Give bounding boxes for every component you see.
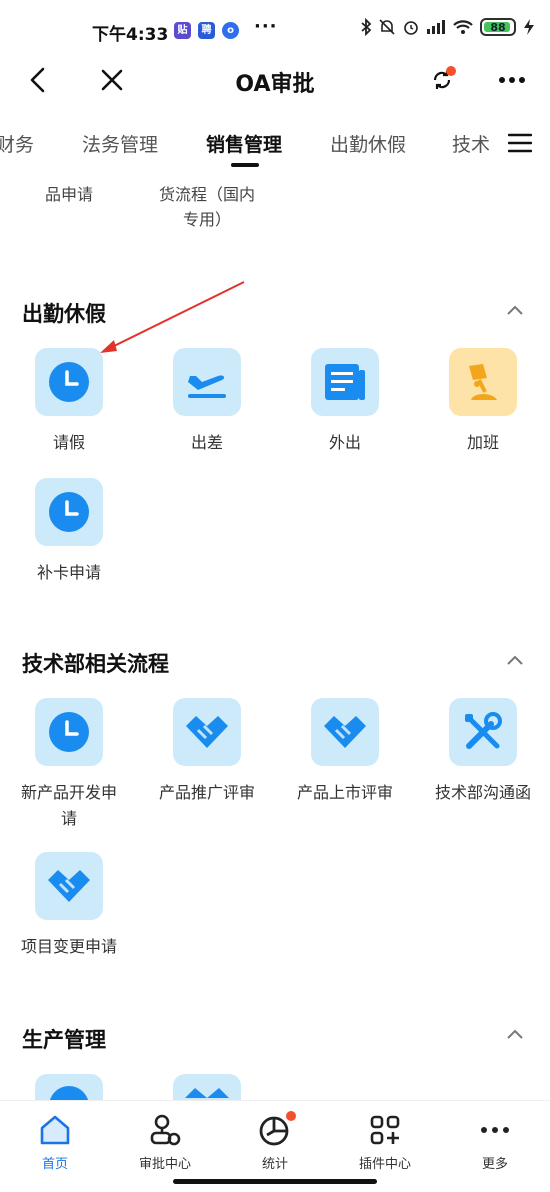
nav-plugin-center[interactable]: 插件中心 (330, 1111, 440, 1172)
item-label: 外出 (328, 433, 361, 452)
nav-statistics[interactable]: 统计 (220, 1111, 330, 1172)
grid-item-leave[interactable]: 请假 (0, 348, 138, 456)
grid-item-tech-communication[interactable]: 技术部沟通函 (414, 698, 550, 806)
grid-item-clock-in-correction[interactable]: 补卡申请 (0, 478, 138, 586)
nav-more[interactable]: 更多 (440, 1111, 550, 1172)
grid-item-product-launch-review[interactable]: 产品上市评审 (276, 698, 414, 806)
section-title-attendance: 出勤休假 (22, 302, 106, 326)
section-title-production: 生产管理 (22, 1028, 106, 1052)
grid-item-new-product-dev[interactable]: 新产品开发申 请 (0, 698, 138, 832)
item-label: 补卡申请 (36, 563, 101, 582)
item-label: 技术部沟通函 (434, 783, 531, 802)
item-label: 加班 (466, 433, 499, 452)
home-icon (40, 1115, 70, 1145)
chevron-up-icon[interactable] (504, 1024, 526, 1046)
item-label: 产品推广评审 (158, 783, 255, 802)
grid-item-project-change[interactable]: 项目变更申请 (0, 852, 138, 960)
item-label: 请假 (52, 433, 85, 452)
plugin-icon (370, 1115, 400, 1145)
handshake-icon (186, 716, 228, 748)
clock-icon (49, 362, 89, 402)
handshake-icon (48, 870, 90, 902)
clock-icon (49, 492, 89, 532)
clock-icon (49, 712, 89, 752)
item-label: 出差 (190, 433, 223, 452)
grid-item-go-out[interactable]: 外出 (276, 348, 414, 456)
home-indicator (173, 1179, 377, 1184)
grid-item-overtime[interactable]: 加班 (414, 348, 550, 456)
handshake-icon (324, 716, 366, 748)
bottom-navigation: 首页 审批中心 统计 插件中心 更多 (0, 1100, 550, 1192)
tools-icon (465, 712, 502, 749)
notification-badge (286, 1111, 296, 1121)
grid-item-business-trip[interactable]: 出差 (138, 348, 276, 456)
grid-item-product-promo-review[interactable]: 产品推广评审 (138, 698, 276, 806)
newspaper-icon (325, 364, 365, 400)
chevron-up-icon[interactable] (504, 300, 526, 322)
nav-approval-center[interactable]: 审批中心 (110, 1111, 220, 1172)
airplane-icon (188, 375, 226, 398)
desk-lamp-icon (469, 364, 497, 400)
section-title-tech-process: 技术部相关流程 (22, 652, 169, 676)
chevron-up-icon[interactable] (504, 650, 526, 672)
annotation-arrow (100, 281, 245, 353)
approval-icon (150, 1114, 181, 1146)
item-label: 新产品开发申 请 (20, 783, 117, 828)
more-icon (481, 1127, 509, 1133)
item-label: 项目变更申请 (20, 937, 117, 956)
nav-home[interactable]: 首页 (0, 1111, 110, 1172)
item-label: 产品上市评审 (296, 783, 393, 802)
